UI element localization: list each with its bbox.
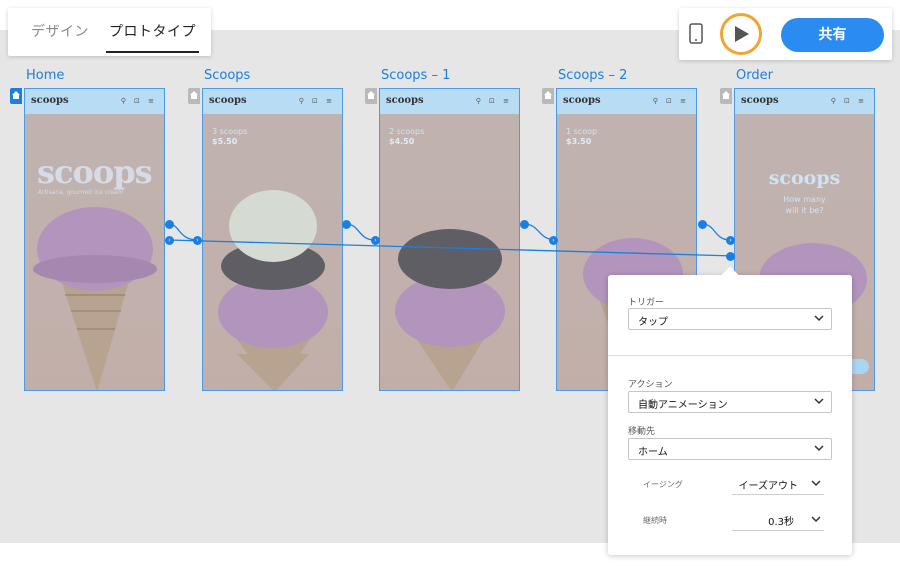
header-icons: ⚲ ⊡ ≡ bbox=[298, 97, 335, 105]
trigger-value: タップ bbox=[638, 317, 668, 328]
scoop-price: $3.50 bbox=[566, 137, 592, 146]
duration-label: 継続時 bbox=[643, 516, 667, 525]
wire-handle[interactable] bbox=[520, 220, 529, 229]
action-select[interactable]: 自動アニメーション bbox=[628, 391, 832, 413]
home-icon bbox=[544, 91, 552, 99]
header-icons: ⚲ ⊡ ≡ bbox=[120, 97, 157, 105]
mobile-preview-icon[interactable] bbox=[689, 23, 703, 44]
order-question-line-2: will it be? bbox=[785, 206, 824, 215]
site-logo: scoops bbox=[741, 95, 779, 106]
artboard-element-stub bbox=[852, 359, 869, 374]
home-badge[interactable] bbox=[188, 88, 200, 104]
trigger-select[interactable]: タップ bbox=[628, 308, 832, 330]
destination-label: 移動先 bbox=[628, 427, 656, 437]
ice-cream-image bbox=[395, 229, 505, 390]
home-icon bbox=[12, 91, 20, 99]
artboard-frame: scoops ⚲ ⊡ ≡ 3 scoops $5.50 bbox=[202, 88, 343, 391]
play-icon bbox=[735, 26, 749, 42]
site-logo: scoops bbox=[31, 95, 69, 106]
header-icons: ⚲ ⊡ ≡ bbox=[652, 97, 689, 105]
site-header: scoops ⚲ ⊡ ≡ bbox=[380, 89, 519, 114]
destination-select[interactable]: ホーム bbox=[628, 438, 832, 460]
ice-cream-image bbox=[218, 190, 328, 390]
scoop-price: $5.50 bbox=[212, 137, 238, 146]
chevron-down-icon bbox=[814, 445, 824, 452]
share-button[interactable]: 共有 bbox=[781, 18, 884, 52]
wire-handle[interactable] bbox=[698, 220, 707, 229]
home-icon bbox=[190, 91, 198, 99]
artboard-label[interactable]: Scoops – 2 bbox=[558, 68, 627, 83]
chevron-down-icon bbox=[811, 480, 821, 487]
home-badge[interactable] bbox=[10, 88, 22, 104]
artboard-label[interactable]: Order bbox=[736, 68, 773, 83]
chevron-down-icon bbox=[814, 398, 824, 405]
chevron-down-icon bbox=[811, 516, 821, 523]
artboard-scoops[interactable]: Scoops scoops ⚲ ⊡ ≡ 3 scoops $5.50 bbox=[188, 68, 343, 391]
play-button[interactable] bbox=[720, 13, 762, 55]
wire-handle[interactable] bbox=[165, 220, 174, 229]
duration-select[interactable]: 0.3秒 bbox=[732, 509, 824, 531]
header-icons: ⚲ ⊡ ≡ bbox=[830, 97, 867, 105]
site-logo: scoops bbox=[563, 95, 601, 106]
artboard-label[interactable]: Home bbox=[26, 68, 64, 83]
home-badge[interactable] bbox=[542, 88, 554, 104]
scoop-price: $4.50 bbox=[389, 137, 415, 146]
tab-design[interactable]: デザイン bbox=[31, 21, 89, 41]
wire-target-chevron[interactable]: › bbox=[726, 236, 735, 245]
order-question-line-1: How many bbox=[783, 195, 826, 204]
active-tab-underline bbox=[106, 51, 199, 53]
hero-logo: scoops bbox=[768, 167, 841, 189]
destination-value: ホーム bbox=[638, 447, 668, 458]
header-icons: ⚲ ⊡ ≡ bbox=[475, 97, 512, 105]
site-header: scoops ⚲ ⊡ ≡ bbox=[25, 89, 164, 114]
artboard-scoops-1[interactable]: Scoops – 1 scoops ⚲ ⊡ ≡ 2 scoops $4.50 bbox=[365, 68, 520, 391]
home-icon bbox=[722, 91, 730, 99]
top-toolbar: 共有 bbox=[679, 8, 892, 60]
hero-logo: scoops bbox=[37, 153, 153, 191]
home-icon bbox=[367, 91, 375, 99]
home-badge[interactable] bbox=[365, 88, 377, 104]
action-value: 自動アニメーション bbox=[638, 400, 728, 411]
site-header: scoops ⚲ ⊡ ≡ bbox=[735, 89, 874, 114]
scoop-count: 2 scoops bbox=[389, 127, 425, 136]
wire-target-chevron[interactable]: ‹ bbox=[165, 236, 174, 245]
easing-select[interactable]: イーズアウト bbox=[732, 473, 824, 495]
scoop-count: 1 scoop bbox=[566, 127, 598, 136]
site-header: scoops ⚲ ⊡ ≡ bbox=[557, 89, 696, 114]
mode-tabs: デザイン プロトタイプ bbox=[8, 8, 211, 56]
artboard-frame: scoops ⚲ ⊡ ≡ scoops Artisana, gourmet ic… bbox=[24, 88, 165, 391]
artboard-label[interactable]: Scoops – 1 bbox=[381, 68, 450, 83]
panel-divider bbox=[608, 355, 852, 356]
wire-target-chevron[interactable]: › bbox=[371, 236, 380, 245]
wire-target-chevron[interactable]: › bbox=[549, 236, 558, 245]
site-logo: scoops bbox=[209, 95, 247, 106]
ice-cream-image bbox=[33, 207, 157, 390]
trigger-label: トリガー bbox=[628, 298, 665, 308]
site-header: scoops ⚲ ⊡ ≡ bbox=[203, 89, 342, 114]
site-logo: scoops bbox=[386, 95, 424, 106]
wire-handle-selected[interactable] bbox=[726, 252, 735, 261]
wire-handle[interactable] bbox=[342, 220, 351, 229]
interaction-panel: トリガー タップ アクション 自動アニメーション 移動先 ホーム イージング イ… bbox=[608, 266, 852, 555]
artboard-label[interactable]: Scoops bbox=[204, 68, 250, 83]
duration-value: 0.3秒 bbox=[768, 517, 794, 528]
action-label: アクション bbox=[628, 380, 673, 390]
artboard-home[interactable]: Home scoops ⚲ ⊡ ≡ scoops Artisana, gourm… bbox=[10, 68, 165, 391]
artboard-frame: scoops ⚲ ⊡ ≡ 2 scoops $4.50 bbox=[379, 88, 520, 391]
hero-tagline: Artisana, gourmet ice cream bbox=[38, 189, 124, 196]
wire-target-chevron[interactable]: › bbox=[193, 236, 202, 245]
easing-value: イーズアウト bbox=[738, 481, 799, 492]
tab-prototype[interactable]: プロトタイプ bbox=[109, 21, 196, 41]
home-badge[interactable] bbox=[720, 88, 732, 104]
chevron-down-icon bbox=[814, 315, 824, 322]
easing-label: イージング bbox=[643, 480, 683, 489]
scoop-count: 3 scoops bbox=[212, 127, 248, 136]
